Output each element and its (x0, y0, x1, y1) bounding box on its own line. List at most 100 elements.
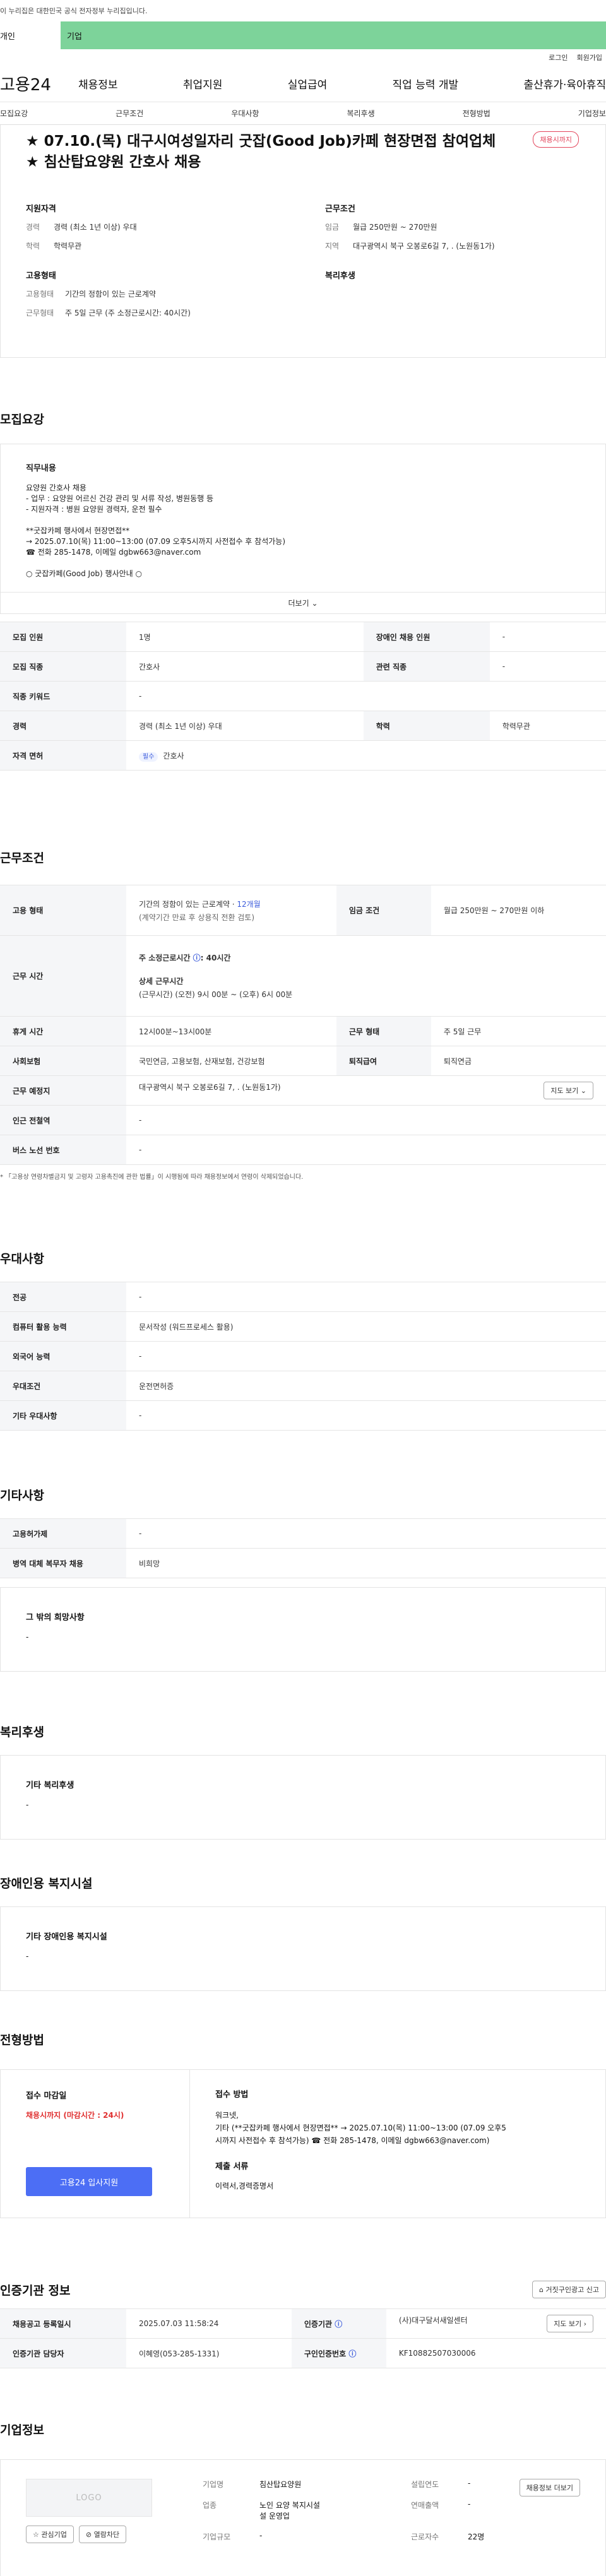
row-key: 관련 직종 (363, 651, 490, 682)
brand-logo[interactable]: 고용24 (0, 72, 78, 95)
etc-heading: 기타사항 (0, 1489, 44, 1503)
row-key: 병역 대체 복무자 채용 (0, 1548, 126, 1578)
emp-type-value: 기간의 정함이 있는 근로계약 (65, 290, 156, 298)
docs-title: 제출 서류 (215, 2162, 249, 2171)
map-button[interactable]: 지도 보기 ⌄ (544, 1082, 593, 1099)
row-key-with-icon: 인증기관 ⓘ (291, 2308, 386, 2339)
method-line: 워크넷, (215, 2111, 239, 2120)
welfare-box-value: - (26, 1800, 29, 1809)
gnb-item-training[interactable]: 직업 능력 개발 (393, 76, 459, 92)
welfare-heading: 복리후생 (0, 1725, 44, 1739)
duty-line: ○ 굿잡카페(Good Job) 행사안내 ○ (26, 569, 142, 578)
utility-links: 로그인 회원가입 (0, 49, 606, 66)
row-value: 주 5일 근무 (431, 1016, 606, 1046)
disabled-box: 기타 장애인용 복지시설 - (0, 1906, 606, 1991)
table-row: 경력 경력 (최소 1년 이상) 우대 학력 학력무관 (0, 711, 606, 741)
subnav-pref[interactable]: 우대사항 (231, 108, 259, 119)
row-key: 인근 전철역 (0, 1105, 126, 1135)
row-key: 고용허가제 (0, 1518, 126, 1549)
company-name: 침산탑요양원 (259, 2480, 302, 2489)
license-value: 간호사 (163, 751, 184, 760)
row-value: 월급 250만원 ~ 270만원 이하 (431, 885, 606, 936)
table-row: 병역 대체 복무자 채용 비희망 (0, 1548, 606, 1578)
etc-table: 고용허가제 - 병역 대체 복무자 채용 비희망 (0, 1518, 606, 1578)
table-row: 고용 형태 기간의 정함이 있는 근로계약 · 12개월 (계약기간 만료 후 상… (0, 885, 606, 936)
emp-type-key: 고용형태 (26, 290, 54, 298)
row-value: 퇴직연금 (431, 1046, 606, 1076)
tab-personal[interactable]: 개인 (0, 21, 61, 49)
table-row: 근무 예정지 대구광역시 북구 오봉로6길 7, . (노원동1가) 지도 보기 … (0, 1075, 606, 1106)
hours-detail-value: (근무시간) (오전) 9시 00분 ~ (오후) 6시 00분 (139, 990, 293, 999)
cert-heading: 인증기관 정보 (0, 2283, 71, 2298)
row-value: - (126, 1282, 606, 1312)
cert-section: 인증기관 정보 ⌂ 거짓구인광고 신고 채용공고 등록일시 2025.07.03 … (0, 2281, 606, 2368)
report-button[interactable]: ⌂ 거짓구인광고 신고 (532, 2281, 606, 2298)
row-value: - (489, 622, 606, 652)
cert-map-button[interactable]: 지도 보기 › (547, 2315, 593, 2332)
info-key: 기업규모 (203, 2532, 231, 2541)
company-jobs-button[interactable]: 채용정보 더보기 (519, 2479, 580, 2496)
info-key: 근로자수 (411, 2532, 439, 2541)
row-value: - (126, 1135, 606, 1165)
info-icon[interactable]: ⓘ (193, 954, 201, 962)
disabled-section: 장애인용 복지시설 기타 장애인용 복지시설 - (0, 1874, 606, 1991)
row-key: 구인인증번호 (304, 2349, 347, 2358)
subnav-recruit[interactable]: 모집요강 (0, 108, 28, 119)
gnb-item-support[interactable]: 취업지원 (183, 76, 223, 92)
table-row: 직종 키워드 - (0, 681, 606, 711)
subnav-welfare[interactable]: 복리후생 (347, 108, 374, 119)
etc-wish-box: 그 밖의 희망사항 - (0, 1587, 606, 1672)
table-row: 근무 시간 주 소정근로시간 ⓘ: 40시간 상세 근무시간 (근무시간) (오… (0, 935, 606, 1017)
hours-value: : 40시간 (200, 954, 231, 962)
table-row: 우대조건 운전면허증 (0, 1371, 606, 1401)
disabled-box-title: 기타 장애인용 복지시설 (26, 1932, 107, 1942)
recruit-heading: 모집요강 (0, 413, 44, 427)
info-icon[interactable]: ⓘ (348, 2349, 356, 2358)
company-section: 기업정보 LOGO ☆ 관심기업 ⊘ 열람차단 기업명 침산탑요양원 설립연도 - … (0, 2421, 606, 2576)
qual-value: 경력 (최소 1년 이상) 우대 (54, 223, 137, 232)
pref-heading: 우대사항 (0, 1252, 44, 1266)
emp-type-value: 기간의 정함이 있는 근로계약 · (139, 899, 237, 909)
welfare-box-title: 기타 복리후생 (26, 1781, 74, 1790)
row-key: 근무 형태 (336, 1016, 431, 1046)
info-icon[interactable]: ⓘ (335, 2320, 342, 2329)
emp-type-cell: 기간의 정함이 있는 근로계약 · 12개월 (계약기간 만료 후 상용직 전환 … (126, 885, 336, 936)
deadline-value: 채용시까지 (마감시간 : 24시) (26, 2111, 124, 2120)
tab-company[interactable]: 기업 (61, 21, 606, 49)
etc-wish-value: - (26, 1633, 29, 1641)
row-value: 비희망 (126, 1548, 606, 1578)
process-card: 접수 마감일 채용시까지 (마감시간 : 24시) 고용24 입사지원 접수 방… (0, 2069, 606, 2218)
duty-line: **굿잡카페 행사에서 현장면접** (26, 526, 130, 535)
etc-section: 기타사항 고용허가제 - 병역 대체 복무자 채용 비희망 그 밖의 희망사항 - (0, 1486, 606, 1672)
recruit-desc-card: 직무내용 요양원 간호사 채용 - 업무 : 요양원 어르신 건강 관리 및 서… (0, 444, 606, 614)
login-link[interactable]: 로그인 (549, 52, 567, 62)
table-row: 고용허가제 - (0, 1518, 606, 1549)
favorite-button[interactable]: ☆ 관심기업 (26, 2526, 74, 2543)
industry-cell: 노인 요양 복지시설 설 운영업 (259, 2500, 411, 2521)
duty-line: ☎ 전화 285-1478, 이메일 dgbw663@naver.com (26, 548, 201, 557)
subnav-work[interactable]: 근무조건 (116, 108, 143, 119)
gnb-item-leave[interactable]: 출산휴가·육아휴직 (523, 76, 606, 92)
disabled-box-value: - (26, 1952, 29, 1961)
cond-value: 대구광역시 북구 오봉로6길 7, . (노원동1가) (353, 242, 495, 251)
favorite-label: 관심기업 (41, 2531, 67, 2539)
place-value: 대구광역시 북구 오봉로6길 7, . (노원동1가) (139, 1083, 281, 1092)
table-row: 전공 - (0, 1282, 606, 1312)
apply-button[interactable]: 고용24 입사지원 (26, 2167, 152, 2196)
subnav-company[interactable]: 기업정보 (578, 108, 606, 119)
row-value: - (126, 1105, 606, 1135)
duty-line (26, 515, 580, 526)
etc-wish-title: 그 밖의 희망사항 (26, 1613, 85, 1622)
subnav-process[interactable]: 전형방법 (463, 108, 490, 119)
more-button[interactable]: 더보기 ⌄ (1, 592, 605, 613)
row-value: KF10882507030006 (386, 2338, 606, 2368)
block-button[interactable]: ⊘ 열람차단 (78, 2526, 127, 2543)
work-heading: 근무조건 (0, 851, 44, 865)
gnb-item-benefit[interactable]: 실업급여 (288, 76, 328, 92)
row-value: 운전면허증 (126, 1371, 606, 1401)
signup-link[interactable]: 회원가입 (577, 52, 602, 62)
row-key: 근무 예정지 (0, 1075, 126, 1106)
gnb-item-jobs[interactable]: 채용정보 (78, 76, 118, 92)
contract-months: 12개월 (237, 899, 261, 909)
gov-banner: 이 누리집은 대한민국 공식 전자정부 누리집입니다. (0, 0, 606, 21)
